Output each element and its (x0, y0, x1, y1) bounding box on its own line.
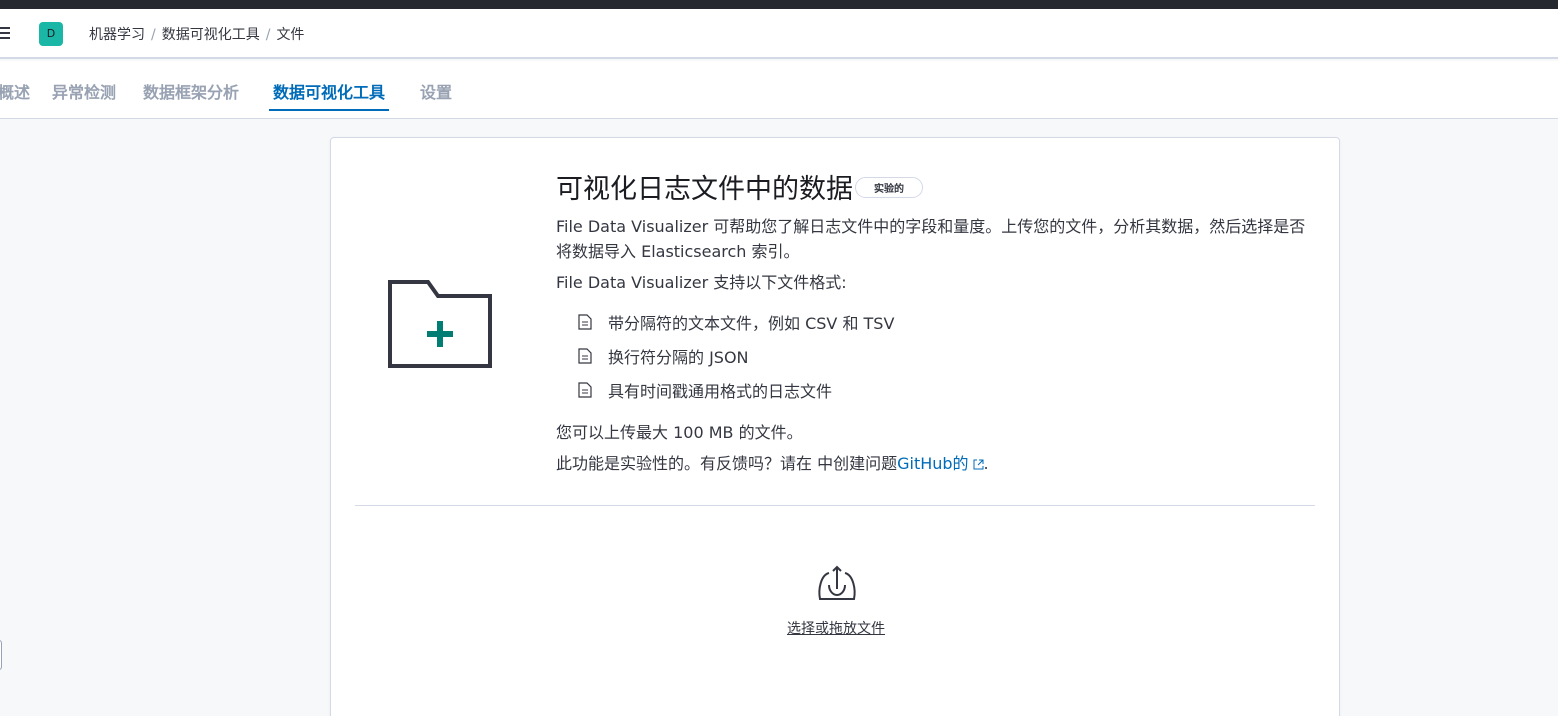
size-limit-note: 您可以上传最大 100 MB 的文件。 (556, 423, 803, 442)
divider (355, 505, 1315, 506)
header-bar: D 机器学习 / 数据可视化工具 / 文件 (0, 9, 1558, 59)
folder-add-icon (388, 280, 492, 368)
list-item: 具有时间戳通用格式的日志文件 (578, 373, 1316, 407)
tab-overview[interactable]: 概述 (0, 79, 30, 103)
format-label: 具有时间戳通用格式的日志文件 (608, 382, 833, 401)
upload-icon[interactable] (815, 563, 859, 603)
file-upload-panel: 可视化日志文件中的数据 实验的 File Data Visualizer 可帮助… (330, 137, 1340, 716)
document-icon (578, 382, 592, 398)
tab-anomaly-detection[interactable]: 异常检测 (52, 79, 116, 103)
breadcrumb-file: 文件 (276, 27, 305, 43)
page-title: 可视化日志文件中的数据 (556, 173, 853, 205)
description-text: File Data Visualizer 可帮助您了解日志文件中的字段和量度。上… (556, 217, 1306, 261)
side-collapse-handle[interactable] (0, 640, 2, 670)
github-link[interactable]: GitHub的 (897, 454, 968, 473)
space-avatar[interactable]: D (39, 22, 63, 46)
supported-formats-intro: File Data Visualizer 支持以下文件格式: (556, 273, 847, 292)
list-item: 换行符分隔的 JSON (578, 339, 1316, 373)
breadcrumb-data-visualizer[interactable]: 数据可视化工具 (162, 27, 260, 43)
format-label: 换行符分隔的 JSON (608, 348, 749, 367)
feedback-suffix: . (983, 454, 989, 473)
breadcrumb-separator: / (151, 27, 156, 43)
document-icon (578, 348, 592, 364)
feedback-prefix: 此功能是实验性的。有反馈吗？请在 中创建问题 (556, 454, 898, 473)
breadcrumb-ml[interactable]: 机器学习 (89, 27, 145, 43)
external-link-icon[interactable] (973, 459, 984, 470)
feedback-note: 此功能是实验性的。有反馈吗？请在 中创建问题GitHub的. (556, 451, 1316, 476)
format-label: 带分隔符的文本文件，例如 CSV 和 TSV (608, 314, 895, 333)
tab-data-visualizer[interactable]: 数据可视化工具 (268, 79, 390, 111)
tab-bar: 概述 异常检测 数据框架分析 数据可视化工具 设置 (0, 61, 1558, 119)
document-icon (578, 314, 592, 330)
tab-settings[interactable]: 设置 (420, 79, 452, 103)
breadcrumb: 机器学习 / 数据可视化工具 / 文件 (89, 24, 304, 44)
top-strip (0, 0, 1558, 9)
tab-data-frame-analytics[interactable]: 数据框架分析 (143, 79, 239, 103)
breadcrumb-separator: / (265, 27, 271, 43)
list-item: 带分隔符的文本文件，例如 CSV 和 TSV (578, 305, 1316, 339)
experimental-badge: 实验的 (855, 176, 923, 198)
menu-icon[interactable] (0, 27, 10, 39)
format-list: 带分隔符的文本文件，例如 CSV 和 TSV 换行符分隔的 JSON 具有时间戳… (578, 305, 1316, 407)
intro-content: 可视化日志文件中的数据 实验的 File Data Visualizer 可帮助… (556, 168, 1316, 476)
select-or-drop-file-link[interactable]: 选择或拖放文件 (786, 618, 886, 638)
